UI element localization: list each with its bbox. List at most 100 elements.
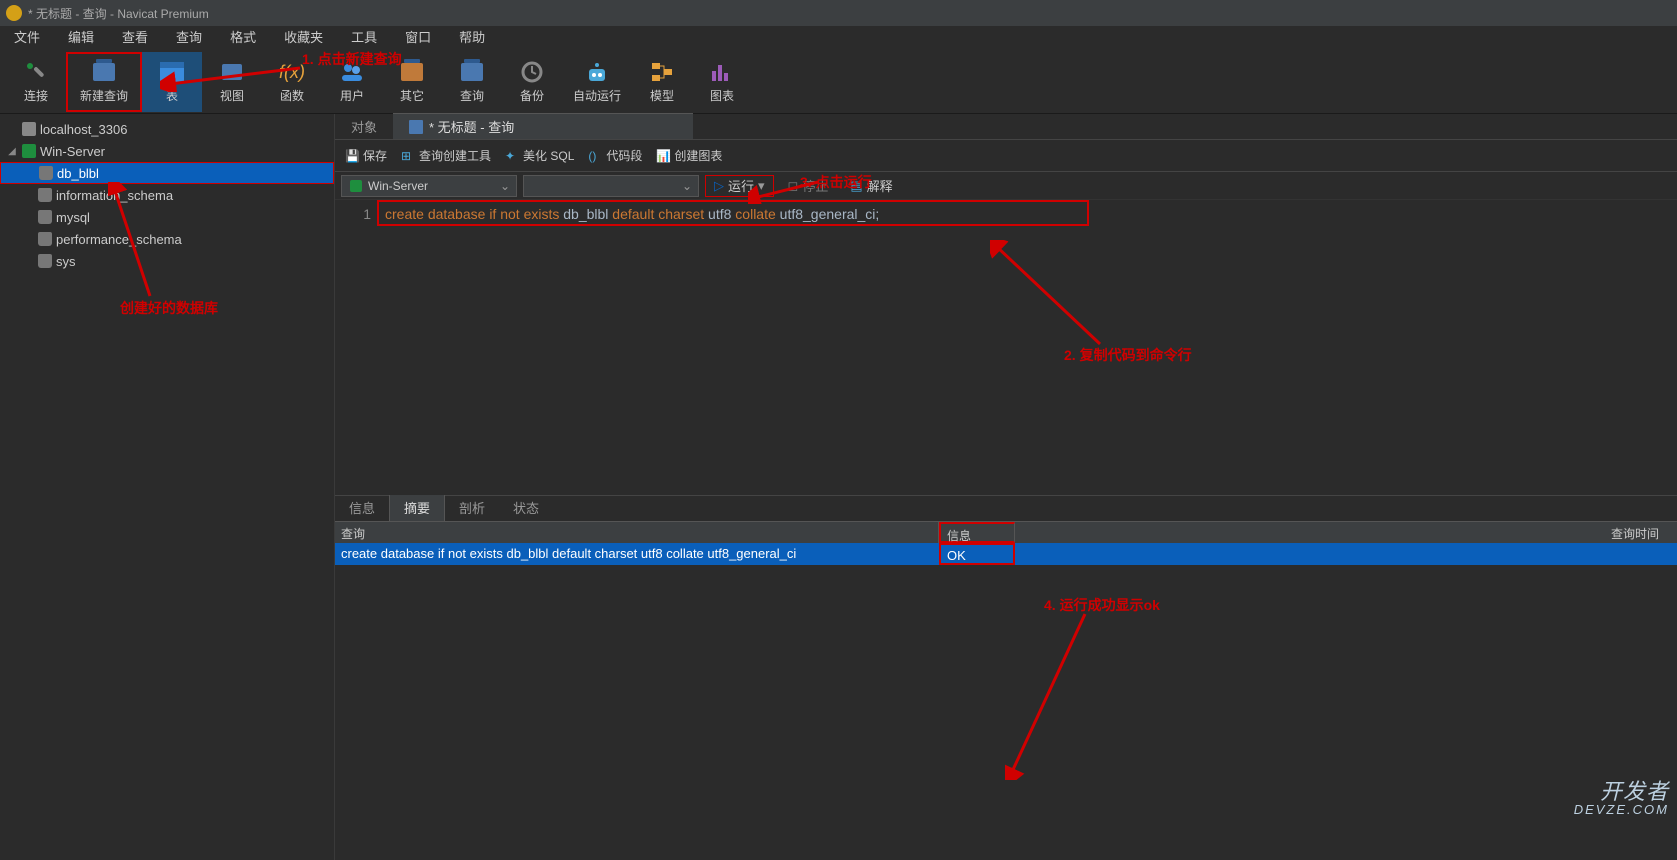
menu-bar: 文件 编辑 查看 查询 格式 收藏夹 工具 窗口 帮助	[0, 26, 1677, 50]
database-icon	[38, 188, 52, 202]
result-query-cell: create database if not exists db_blbl de…	[335, 543, 939, 565]
server-icon	[350, 180, 362, 192]
table-icon	[158, 59, 186, 85]
connection-localhost[interactable]: localhost_3306	[0, 118, 334, 140]
backup-icon	[518, 59, 546, 85]
tab-objects[interactable]: 对象	[335, 113, 393, 139]
new-query-button[interactable]: 新建查询	[66, 52, 142, 112]
connect-button[interactable]: 连接	[6, 52, 66, 112]
model-icon	[648, 59, 676, 85]
watermark: 开发者 DEVZE.COM	[1574, 781, 1669, 816]
database-dropdown[interactable]: ⌄	[523, 175, 699, 197]
col-time[interactable]: 查询时间	[1605, 522, 1677, 543]
document-tabs: 对象 * 无标题 - 查询	[335, 114, 1677, 140]
col-info[interactable]: 信息	[939, 522, 1015, 543]
database-icon	[38, 232, 52, 246]
view-icon	[218, 59, 246, 85]
window-title: * 无标题 - 查询 - Navicat Premium	[28, 5, 209, 22]
annotation-highlight-code	[377, 200, 1089, 226]
query-button[interactable]: 查询	[442, 52, 502, 112]
database-sys[interactable]: sys	[0, 250, 334, 272]
database-information-schema[interactable]: information_schema	[0, 184, 334, 206]
new-query-icon	[90, 59, 118, 85]
title-bar: * 无标题 - 查询 - Navicat Premium	[0, 0, 1677, 26]
database-icon	[38, 210, 52, 224]
result-body	[335, 565, 1677, 860]
sql-editor[interactable]: 1 create database if not exists db_blbl …	[335, 200, 1677, 495]
query-icon	[458, 59, 486, 85]
explain-icon: ▤	[850, 178, 862, 194]
result-info-cell: OK	[939, 543, 1015, 565]
menu-tools[interactable]: 工具	[337, 26, 391, 50]
database-icon	[38, 254, 52, 268]
user-button[interactable]: 用户	[322, 52, 382, 112]
menu-view[interactable]: 查看	[108, 26, 162, 50]
model-button[interactable]: 模型	[632, 52, 692, 112]
database-icon	[39, 166, 53, 180]
snippet-button[interactable]: ()代码段	[588, 147, 642, 164]
editor-body[interactable]: create database if not exists db_blbl de…	[379, 200, 1677, 495]
menu-file[interactable]: 文件	[0, 26, 54, 50]
user-icon	[338, 59, 366, 85]
beautify-sql-button[interactable]: ✦美化 SQL	[505, 147, 574, 164]
tab-query[interactable]: * 无标题 - 查询	[393, 113, 693, 139]
database-db-blbl[interactable]: db_blbl	[0, 162, 334, 184]
connection-winserver[interactable]: ◢ Win-Server	[0, 140, 334, 162]
result-tabs: 信息 摘要 剖析 状态	[335, 495, 1677, 521]
function-button[interactable]: f(x) 函数	[262, 52, 322, 112]
col-query[interactable]: 查询	[335, 522, 939, 543]
backup-button[interactable]: 备份	[502, 52, 562, 112]
server-dropdown[interactable]: Win-Server ⌄	[341, 175, 517, 197]
chevron-down-icon: ⌄	[500, 179, 510, 193]
view-button[interactable]: 视图	[202, 52, 262, 112]
explain-button[interactable]: ▤ 解释	[842, 175, 900, 197]
sparkle-icon: ✦	[505, 149, 519, 163]
server-icon	[22, 144, 36, 158]
connection-tree: localhost_3306 ◢ Win-Server db_blbl info…	[0, 114, 335, 860]
create-chart-button[interactable]: 📊创建图表	[656, 147, 722, 164]
other-button[interactable]: 其它	[382, 52, 442, 112]
builder-icon: ⊞	[401, 149, 415, 163]
app-icon	[6, 5, 22, 21]
server-icon	[22, 122, 36, 136]
result-tab-info[interactable]: 信息	[335, 494, 389, 521]
run-button[interactable]: ▷ 运行 ▾	[705, 175, 774, 197]
menu-favorites[interactable]: 收藏夹	[270, 26, 337, 50]
main-toolbar: 连接 新建查询 表 视图 f(x) 函数 用户 其它 查询 备份 自动运行 模型	[0, 50, 1677, 114]
connection-selector-row: Win-Server ⌄ ⌄ ▷ 运行 ▾ ◻ 停止 ▤ 解释	[335, 172, 1677, 200]
chevron-down-icon: ⌄	[682, 179, 692, 193]
chart-icon: 📊	[656, 149, 670, 163]
stop-button[interactable]: ◻ 停止	[780, 175, 837, 197]
save-button[interactable]: 💾保存	[345, 147, 387, 164]
other-icon	[398, 59, 426, 85]
query-tab-icon	[409, 120, 423, 134]
play-icon: ▷	[714, 178, 724, 194]
brackets-icon: ()	[588, 149, 602, 163]
database-performance-schema[interactable]: performance_schema	[0, 228, 334, 250]
result-tab-profile[interactable]: 剖析	[445, 494, 499, 521]
menu-format[interactable]: 格式	[216, 26, 270, 50]
result-row[interactable]: create database if not exists db_blbl de…	[335, 543, 1677, 565]
chevron-down-icon: ▾	[758, 178, 765, 194]
menu-query[interactable]: 查询	[162, 26, 216, 50]
result-tab-summary[interactable]: 摘要	[389, 493, 445, 521]
menu-help[interactable]: 帮助	[445, 26, 499, 50]
menu-edit[interactable]: 编辑	[54, 26, 108, 50]
database-mysql[interactable]: mysql	[0, 206, 334, 228]
result-tab-status[interactable]: 状态	[499, 494, 553, 521]
chart-button[interactable]: 图表	[692, 52, 752, 112]
main-area: localhost_3306 ◢ Win-Server db_blbl info…	[0, 114, 1677, 860]
content-area: 对象 * 无标题 - 查询 💾保存 ⊞查询创建工具 ✦美化 SQL ()代码段 …	[335, 114, 1677, 860]
result-header: 查询 信息 查询时间	[335, 521, 1677, 543]
collapse-icon: ◢	[6, 146, 18, 157]
menu-window[interactable]: 窗口	[391, 26, 445, 50]
chart-icon	[708, 59, 736, 85]
save-icon: 💾	[345, 149, 359, 163]
function-icon: f(x)	[278, 59, 306, 85]
query-toolbar: 💾保存 ⊞查询创建工具 ✦美化 SQL ()代码段 📊创建图表	[335, 140, 1677, 172]
autorun-button[interactable]: 自动运行	[562, 52, 632, 112]
robot-icon	[583, 59, 611, 85]
query-builder-button[interactable]: ⊞查询创建工具	[401, 147, 491, 164]
line-gutter: 1	[335, 200, 379, 495]
table-button[interactable]: 表	[142, 52, 202, 112]
